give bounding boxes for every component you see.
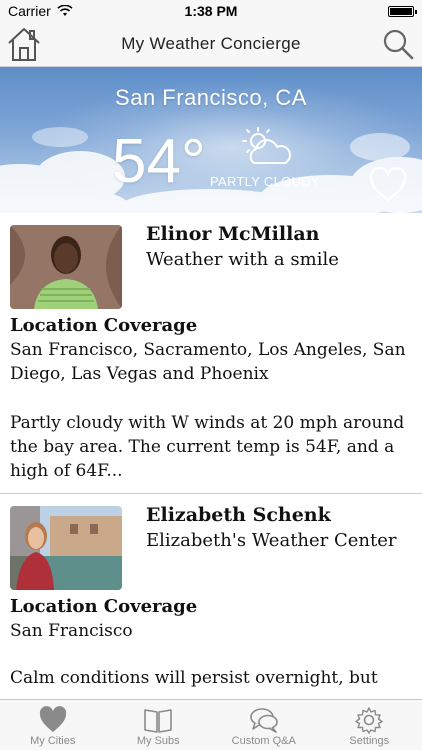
chat-bubbles-icon	[249, 708, 278, 733]
gear-icon	[355, 707, 383, 734]
concierge-name: Elinor McMillan	[146, 223, 320, 245]
tab-my-cities[interactable]: My Cities	[0, 700, 106, 750]
book-icon	[144, 709, 173, 733]
battery-icon	[388, 6, 417, 17]
concierge-photo	[10, 225, 122, 309]
concierge-name: Elizabeth Schenk	[146, 504, 331, 526]
coverage-text: San Francisco	[10, 621, 133, 641]
condition-text: PARTLY CLOUDY	[210, 174, 320, 189]
tab-bar: My Cities My Subs Custom Q&A Settings	[0, 699, 422, 750]
coverage-label: Location Coverage	[10, 596, 198, 617]
tab-label: Settings	[349, 735, 390, 747]
tab-settings[interactable]: Settings	[317, 700, 422, 750]
partly-cloudy-icon	[242, 127, 291, 164]
tab-custom-qa[interactable]: Custom Q&A	[211, 700, 317, 750]
tab-label: Custom Q&A	[231, 735, 296, 747]
search-icon[interactable]	[380, 26, 416, 62]
tab-label: My Subs	[136, 735, 180, 747]
coverage-label: Location Coverage	[10, 315, 198, 336]
concierge-card[interactable]: Elizabeth Schenk Elizabeth's Weather Cen…	[0, 494, 422, 699]
concierge-card[interactable]: Elinor McMillan Weather with a smile Loc…	[0, 213, 422, 493]
favorite-heart-icon[interactable]	[368, 167, 408, 203]
status-bar: Carrier 1:38 PM	[0, 0, 422, 22]
app-title: My Weather Concierge	[121, 34, 301, 53]
concierge-subtitle: Weather with a smile	[146, 249, 339, 270]
city-name: San Francisco, CA	[115, 85, 307, 110]
weather-hero: San Francisco, CA 54° PARTLY CLOUDY	[0, 67, 422, 213]
coverage-text: San Francisco, Sacramento, Los Angeles, …	[10, 340, 406, 384]
nav-bar: My Weather Concierge	[0, 22, 422, 67]
concierge-photo	[10, 506, 122, 590]
status-time: 1:38 PM	[184, 3, 238, 19]
heart-icon	[39, 706, 66, 732]
tab-my-subs[interactable]: My Subs	[106, 700, 212, 750]
forecast-text: Partly cloudy with W winds at 20 mph aro…	[10, 413, 405, 481]
forecast-text: Calm conditions will persist overnight, …	[10, 668, 378, 688]
temperature: 54°	[112, 127, 206, 196]
tab-label: My Cities	[30, 735, 76, 747]
concierge-subtitle: Elizabeth's Weather Center	[146, 530, 397, 551]
